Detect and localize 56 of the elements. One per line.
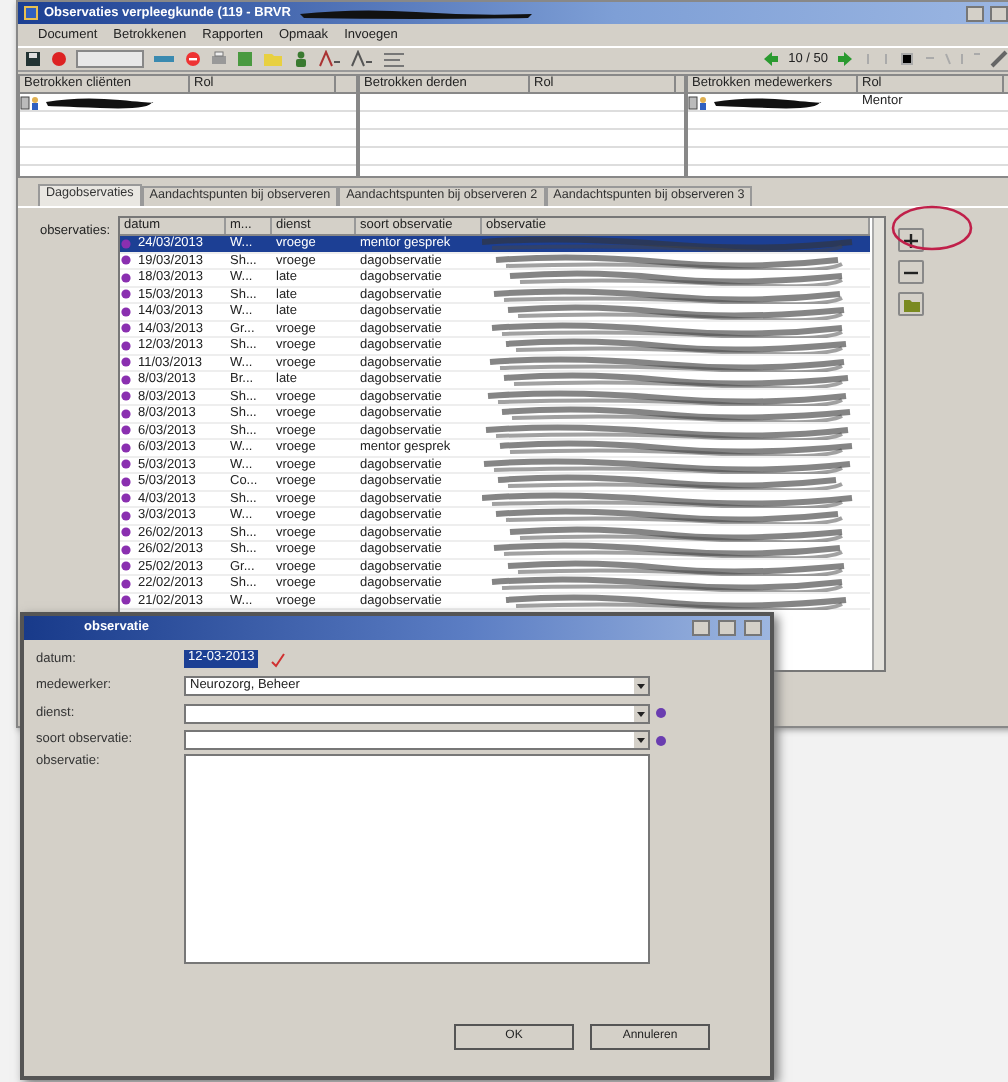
stop-icon[interactable] xyxy=(50,50,68,68)
dropdown-arrow-icon xyxy=(634,678,648,695)
minimize-button[interactable] xyxy=(966,5,984,21)
maximize-button[interactable] xyxy=(990,5,1008,21)
status-dot xyxy=(120,509,132,522)
redaction-mark xyxy=(708,95,824,109)
dropdown-arrow-icon xyxy=(634,705,648,722)
minimize-button[interactable] xyxy=(692,620,710,636)
date-combo[interactable] xyxy=(76,50,144,68)
person-icon xyxy=(688,95,708,109)
check-icon xyxy=(270,651,287,668)
remove-button[interactable] xyxy=(898,260,924,284)
dropdown-field[interactable] xyxy=(184,703,650,724)
plus-icon xyxy=(904,233,918,247)
status-dot xyxy=(120,390,132,403)
text-style-icon[interactable] xyxy=(350,50,374,68)
person-icon[interactable] xyxy=(292,50,310,68)
save-icon[interactable] xyxy=(24,50,42,68)
text-area[interactable] xyxy=(184,754,650,964)
maximize-button[interactable] xyxy=(718,620,736,636)
status-dot xyxy=(120,458,132,471)
person-icon xyxy=(20,95,40,109)
status-dot xyxy=(120,288,132,301)
status-dot xyxy=(120,373,132,386)
status-dot xyxy=(120,526,132,539)
no-entry-icon[interactable] xyxy=(184,50,202,68)
status-dot xyxy=(120,441,132,454)
status-dot xyxy=(120,339,132,352)
close-button[interactable] xyxy=(744,620,762,636)
tool-icon[interactable] xyxy=(990,50,1008,68)
status-dot xyxy=(120,577,132,590)
redaction-mark xyxy=(40,95,156,109)
status-dot xyxy=(120,424,132,437)
status-dot xyxy=(120,594,132,607)
status-dot xyxy=(120,271,132,284)
status-dot xyxy=(120,237,132,250)
folder-icon xyxy=(903,297,919,311)
status-dot xyxy=(120,543,132,556)
highlight-circle xyxy=(890,204,974,252)
format-icon[interactable] xyxy=(382,50,406,68)
printer-icon[interactable] xyxy=(210,50,228,68)
status-dot xyxy=(120,475,132,488)
status-dot xyxy=(120,560,132,573)
app-icon xyxy=(24,6,38,20)
scrollbar[interactable] xyxy=(872,218,884,670)
status-dot xyxy=(120,356,132,369)
dropdown-arrow-icon xyxy=(634,732,648,749)
dropdown-field[interactable] xyxy=(184,730,650,751)
forward-arrow-icon[interactable] xyxy=(836,50,854,68)
status-dot xyxy=(120,322,132,335)
status-dot xyxy=(120,492,132,505)
back-arrow-icon[interactable] xyxy=(762,50,781,68)
status-dot xyxy=(120,254,132,267)
text-size-icon[interactable] xyxy=(318,50,342,68)
status-dot xyxy=(120,305,132,318)
status-dot xyxy=(120,407,132,420)
